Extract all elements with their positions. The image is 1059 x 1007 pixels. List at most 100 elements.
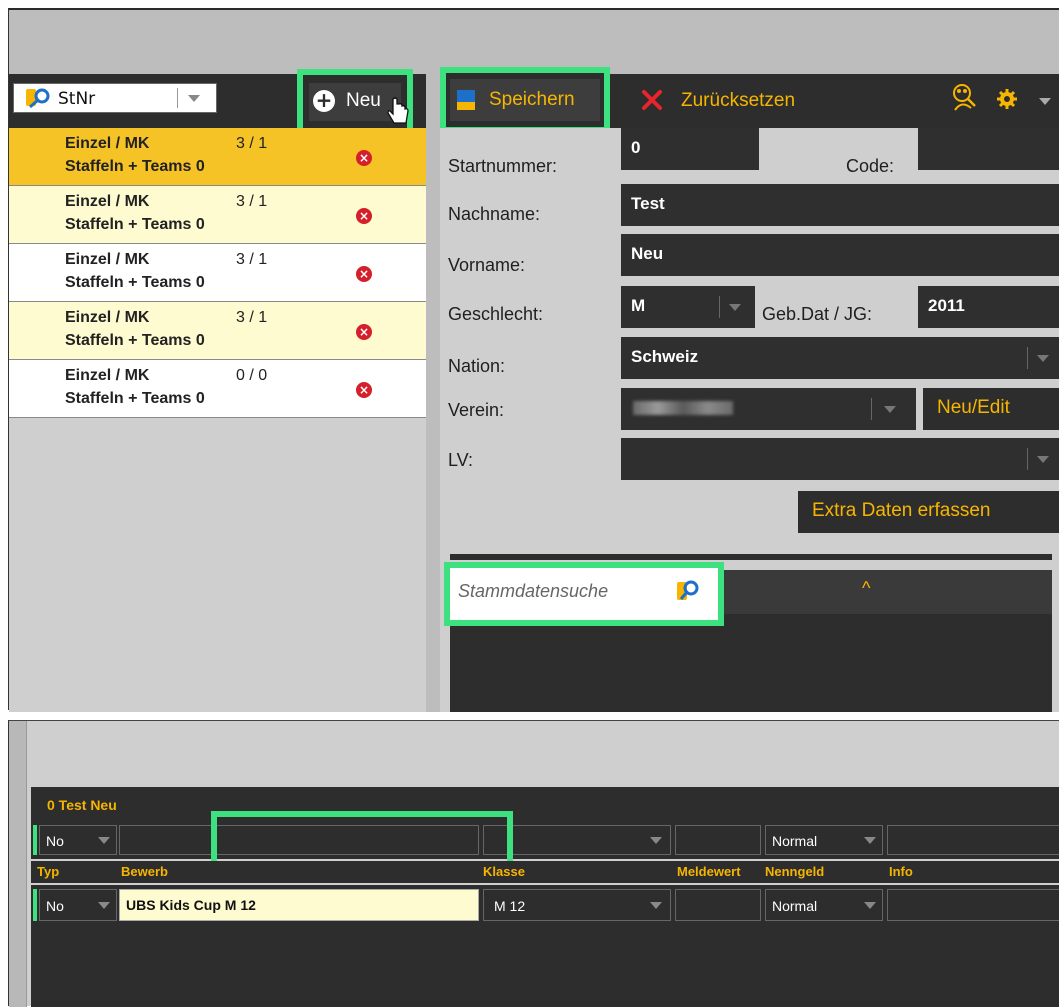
entry-relay-label: Staffeln + Teams 0 [65, 158, 205, 175]
filter-nenngeld-value: Normal [772, 833, 818, 849]
entry-count: 3 / 1 [236, 251, 268, 268]
col-meldewert[interactable]: Meldewert [677, 864, 741, 879]
new-entry-button[interactable]: + Neu [309, 83, 409, 124]
code-field[interactable] [918, 128, 1059, 170]
entry-type-label: Einzel / MK [65, 309, 150, 326]
entries-title-bar: 0 Test Neu [31, 787, 1059, 821]
row-klasse-value: M 12 [494, 898, 526, 914]
row-typ-select[interactable]: No [39, 889, 117, 921]
list-item[interactable]: Einzel / MK 3 / 1 Staffeln + Teams 0 × [9, 186, 426, 244]
row-klasse-select[interactable]: M 12 [483, 889, 671, 921]
extra-data-button[interactable]: Extra Daten erfassen [798, 491, 1059, 533]
col-bewerb[interactable]: Bewerb [121, 864, 168, 879]
filter-typ-select[interactable]: No [39, 825, 117, 855]
row-accent [33, 889, 37, 921]
column-header-row: Typ Bewerb Klasse Meldewert Nenngeld Inf… [31, 861, 1059, 883]
list-item[interactable]: Einzel / MK 3 / 1 Staffeln + Teams 0 × [9, 244, 426, 302]
verein-edit-button[interactable]: Neu/Edit [923, 388, 1059, 430]
nachname-field[interactable]: Test [621, 184, 1059, 226]
delete-icon[interactable]: × [356, 266, 372, 282]
select-divider [1027, 448, 1028, 470]
chevron-down-icon [188, 95, 200, 102]
entry-list: Einzel / MK 3 / 1 Staffeln + Teams 0 × Einze… [9, 128, 426, 418]
master-search-highlight: Stammdatensuche [444, 562, 724, 626]
collapse-button[interactable]: ^ [722, 570, 1052, 614]
table-empty-area [31, 925, 1059, 1007]
entry-type-label: Einzel / MK [65, 135, 150, 152]
verein-edit-label: Neu/Edit [937, 397, 1010, 418]
splitter[interactable] [426, 74, 440, 712]
entry-type-label: Einzel / MK [65, 251, 150, 268]
row-nenngeld-value: Normal [772, 898, 818, 914]
col-typ[interactable]: Typ [37, 864, 59, 879]
person-search-icon[interactable] [949, 82, 977, 118]
row-info-field[interactable] [887, 889, 1059, 921]
select-divider [177, 88, 178, 108]
vorname-field[interactable]: Neu [621, 234, 1059, 276]
col-info[interactable]: Info [889, 864, 913, 879]
verein-select[interactable] [621, 388, 916, 430]
gebdat-field[interactable]: 2011 [918, 286, 1059, 328]
master-search-input[interactable]: Stammdatensuche [458, 581, 608, 602]
entry-relay-label: Staffeln + Teams 0 [65, 332, 205, 349]
entry-type-label: Einzel / MK [65, 193, 150, 210]
delete-icon[interactable]: × [356, 324, 372, 340]
delete-icon[interactable]: × [356, 208, 372, 224]
reset-label: Zurücksetzen [681, 90, 796, 111]
chevron-down-icon [884, 406, 896, 413]
save-label: Speichern [489, 89, 575, 110]
collapse-label: ^ [862, 578, 871, 598]
athlete-form: Startnummer: 0 Code: Nachname: Test Vorn… [440, 128, 1059, 712]
col-klasse[interactable]: Klasse [483, 864, 525, 879]
save-button-highlight: Speichern [440, 67, 610, 133]
nachname-label: Nachname: [448, 204, 541, 224]
sort-select[interactable]: StNr [13, 83, 217, 113]
entry-count: 0 / 0 [236, 367, 268, 384]
save-button[interactable]: Speichern [450, 79, 600, 121]
entry-relay-label: Staffeln + Teams 0 [65, 390, 205, 407]
chevron-down-icon [1037, 456, 1049, 463]
section-divider [450, 554, 1052, 560]
entry-relay-label: Staffeln + Teams 0 [65, 274, 205, 291]
delete-icon[interactable]: × [356, 382, 372, 398]
new-entry-label: Neu [346, 90, 381, 111]
filter-nenngeld-select[interactable]: Normal [765, 825, 883, 855]
window-header-bar [9, 10, 1059, 74]
chevron-down-icon[interactable] [1039, 98, 1051, 105]
gebdat-label: Geb.Dat / JG: [762, 304, 873, 324]
startnummer-field[interactable]: 0 [621, 128, 759, 170]
list-item[interactable]: Einzel / MK 3 / 1 Staffeln + Teams 0 × [9, 128, 426, 186]
nation-select[interactable]: Schweiz [621, 337, 1059, 379]
table-row[interactable]: No UBS Kids Cup M 12 M 12 Normal [31, 885, 1059, 925]
list-item[interactable]: Einzel / MK 3 / 1 Staffeln + Teams 0 × [9, 302, 426, 360]
sort-select-value: StNr [58, 89, 96, 109]
filter-typ-value: No [46, 833, 64, 849]
floppy-disk-icon [456, 89, 476, 117]
filter-meldewert-field[interactable] [675, 825, 761, 855]
delete-icon[interactable]: × [356, 150, 372, 166]
select-divider [719, 296, 720, 318]
geschlecht-select[interactable]: M [621, 286, 755, 328]
reset-button[interactable]: Zurücksetzen [637, 81, 827, 121]
chevron-down-icon [864, 902, 876, 909]
panel-left-edge [9, 721, 27, 1007]
row-meldewert-field[interactable] [675, 889, 761, 921]
entries-title: 0 Test Neu [47, 797, 117, 813]
filter-accent [33, 825, 37, 855]
close-x-icon [641, 89, 663, 117]
plus-icon: + [313, 90, 335, 112]
row-bewerb-cell[interactable]: UBS Kids Cup M 12 [119, 889, 479, 921]
verein-label: Verein: [448, 400, 505, 420]
chevron-down-icon [650, 837, 662, 844]
geschlecht-label: Geschlecht: [448, 304, 544, 324]
chevron-down-icon [729, 304, 741, 311]
row-nenngeld-select[interactable]: Normal [765, 889, 883, 921]
lv-select[interactable] [621, 438, 1059, 480]
col-nenngeld[interactable]: Nenngeld [765, 864, 824, 879]
gear-icon[interactable] [996, 88, 1022, 116]
filter-info-field[interactable] [887, 825, 1059, 855]
entry-count: 3 / 1 [236, 309, 268, 326]
entry-type-label: Einzel / MK [65, 367, 150, 384]
list-item[interactable]: Einzel / MK 0 / 0 Staffeln + Teams 0 × [9, 360, 426, 418]
key-search-icon[interactable] [674, 578, 700, 608]
